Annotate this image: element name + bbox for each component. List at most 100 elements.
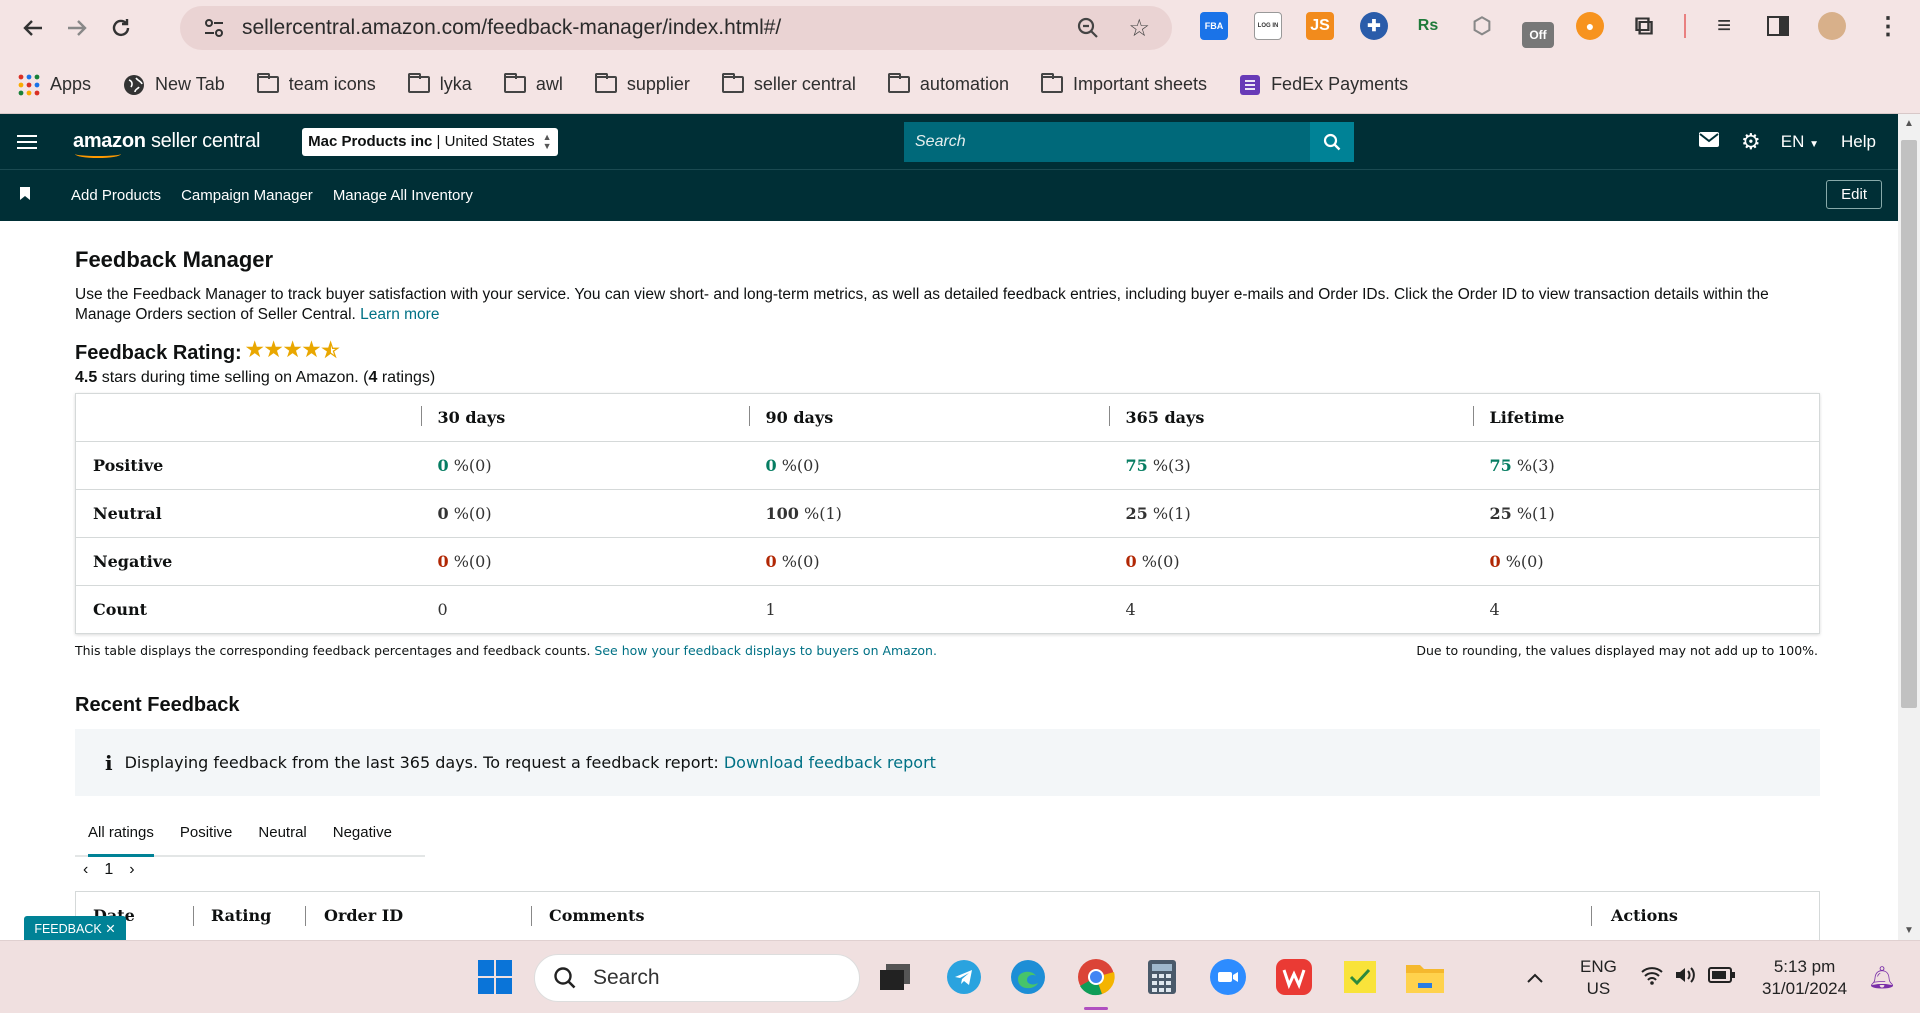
settings-gear-icon[interactable]: ⚙ [1741, 129, 1761, 155]
column-header-rating[interactable]: Rating [211, 906, 271, 925]
bookmark-team-icons[interactable]: team icons [256, 73, 376, 95]
bookmark-seller-central[interactable]: seller central [721, 73, 856, 95]
extension-rs-icon[interactable]: Rs [1414, 12, 1442, 40]
task-view-icon[interactable] [875, 957, 915, 997]
download-feedback-report-link[interactable]: Download feedback report [724, 753, 936, 772]
account-switcher[interactable]: Mac Products inc | United States ▲ ▼ [302, 127, 558, 156]
learn-more-link[interactable]: Learn more [360, 306, 439, 323]
extensions-puzzle-icon[interactable]: ⧉ [1630, 10, 1658, 40]
bookmark-supplier[interactable]: supplier [594, 73, 690, 95]
clock-date: 31/01/2024 [1762, 978, 1848, 998]
language-selector[interactable]: EN ▼ [1781, 132, 1819, 152]
nav-add-products[interactable]: Add Products [71, 187, 161, 204]
sticky-notes-icon[interactable] [1340, 957, 1380, 997]
current-page[interactable]: 1 [104, 861, 113, 879]
notification-bell-icon[interactable]: 🔔︎ [1868, 941, 1896, 1014]
bookmark-lyka[interactable]: lyka [407, 73, 472, 95]
folder-icon [503, 73, 526, 93]
column-header-order-id[interactable]: Order ID [324, 906, 403, 925]
taskbar-search-label: Search [593, 966, 660, 989]
tab-positive[interactable]: Positive [167, 814, 246, 855]
nav-campaign-manager[interactable]: Campaign Manager [181, 187, 313, 204]
extension-fba-icon[interactable]: FBA [1200, 12, 1228, 40]
tab-neutral[interactable]: Neutral [245, 814, 319, 855]
extension-orange-icon[interactable]: ● [1576, 12, 1604, 40]
scroll-down-icon[interactable]: ▼ [1904, 925, 1914, 936]
back-arrow-icon[interactable] [11, 6, 55, 50]
column-divider [305, 906, 306, 926]
table-cell: 0 %(0) [748, 441, 1109, 490]
scroll-up-icon[interactable]: ▲ [1904, 118, 1914, 129]
clock[interactable]: 5:13 pm 31/01/2024 [1762, 941, 1847, 1014]
bookmark-awl[interactable]: awl [503, 73, 563, 95]
extension-cube-icon[interactable]: ⬡ [1468, 12, 1496, 40]
zoom-app-icon[interactable] [1208, 957, 1248, 997]
page-scrollbar[interactable]: ▲ ▼ [1898, 114, 1920, 940]
extension-login-icon[interactable]: LOG IN [1254, 12, 1282, 40]
show-hidden-icons[interactable] [1526, 941, 1544, 1014]
more-menu-icon[interactable]: ⋮ [1874, 12, 1902, 40]
next-page-icon[interactable]: › [129, 861, 134, 879]
bookmark-automation[interactable]: automation [887, 73, 1009, 95]
count-value: %(3) [1147, 456, 1191, 475]
chrome-icon[interactable] [1076, 957, 1116, 997]
reload-icon[interactable] [99, 6, 143, 50]
forward-arrow-icon[interactable] [55, 6, 99, 50]
reading-list-icon[interactable]: ≡ [1710, 12, 1738, 40]
row-label: Count [75, 585, 421, 634]
extension-off-icon[interactable]: Off [1522, 22, 1554, 48]
hamburger-menu-icon[interactable] [17, 134, 37, 149]
wps-office-icon[interactable] [1274, 957, 1314, 997]
clock-time: 5:13 pm [1773, 956, 1836, 976]
nav-manage-all-inventory[interactable]: Manage All Inventory [333, 187, 473, 204]
bookmark-label: supplier [626, 74, 690, 94]
side-panel-icon[interactable] [1764, 12, 1792, 40]
address-bar[interactable]: sellercentral.amazon.com/feedback-manage… [180, 6, 1172, 50]
rating-value: 4.5 [75, 369, 98, 386]
bookmark-important-sheets[interactable]: Important sheets [1040, 73, 1207, 95]
bookmark-label: FedEx Payments [1271, 74, 1409, 94]
mail-icon[interactable] [1699, 131, 1720, 152]
system-tray-icons[interactable] [1640, 941, 1736, 1014]
search-input[interactable] [915, 133, 1295, 151]
feedback-display-link[interactable]: See how your feedback displays to buyers… [594, 643, 937, 658]
language-code: ENG [1580, 956, 1617, 976]
column-header-comments[interactable]: Comments [549, 906, 644, 925]
column-header-actions[interactable]: Actions [1611, 906, 1678, 925]
search-button[interactable] [1310, 122, 1354, 162]
bookmark-star-icon[interactable]: ☆ [1128, 14, 1150, 43]
table-cell: 0 %(0) [748, 537, 1109, 586]
close-icon[interactable]: ✕ [105, 921, 115, 936]
caret-down-icon: ▼ [1809, 138, 1820, 150]
scrollbar-thumb[interactable] [1901, 140, 1917, 708]
seller-central-logo[interactable]: amazon seller central [73, 130, 260, 158]
telegram-icon[interactable] [944, 957, 984, 997]
tab-all-ratings[interactable]: All ratings [75, 814, 167, 857]
count-value: %(3) [1511, 456, 1555, 475]
help-link[interactable]: Help [1841, 132, 1876, 152]
extension-cross-icon[interactable]: ✚ [1360, 12, 1388, 40]
zoom-icon[interactable] [1076, 16, 1100, 45]
calculator-icon[interactable] [1142, 957, 1182, 997]
count-value: %(0) [1500, 552, 1544, 571]
site-info-icon[interactable] [194, 18, 234, 38]
profile-avatar[interactable] [1818, 12, 1846, 40]
bookmark-apps[interactable]: Apps [18, 74, 91, 96]
edge-browser-icon[interactable] [1008, 957, 1048, 997]
windows-start-icon[interactable] [475, 957, 515, 997]
bookmark-new-tab[interactable]: New Tab [123, 74, 225, 96]
table-cell: 75 %(3) [1108, 441, 1473, 490]
feedback-widget-button[interactable]: FEEDBACK ✕ [24, 916, 126, 941]
prev-page-icon[interactable]: ‹ [83, 861, 88, 879]
language-indicator[interactable]: ENG US [1580, 941, 1617, 1014]
percent-value: 0 [437, 456, 449, 475]
taskbar-search[interactable]: Search [534, 954, 860, 1002]
extension-js-icon[interactable]: JS [1306, 12, 1334, 40]
edit-button[interactable]: Edit [1826, 180, 1882, 209]
file-explorer-icon[interactable] [1405, 957, 1445, 997]
table-cell: 0 %(0) [420, 489, 749, 538]
bookmark-fedex-payments[interactable]: FedEx Payments [1239, 74, 1408, 96]
tab-negative[interactable]: Negative [320, 814, 405, 855]
count-value: 4 [1125, 600, 1136, 619]
bookmark-ribbon-icon[interactable] [20, 186, 30, 205]
